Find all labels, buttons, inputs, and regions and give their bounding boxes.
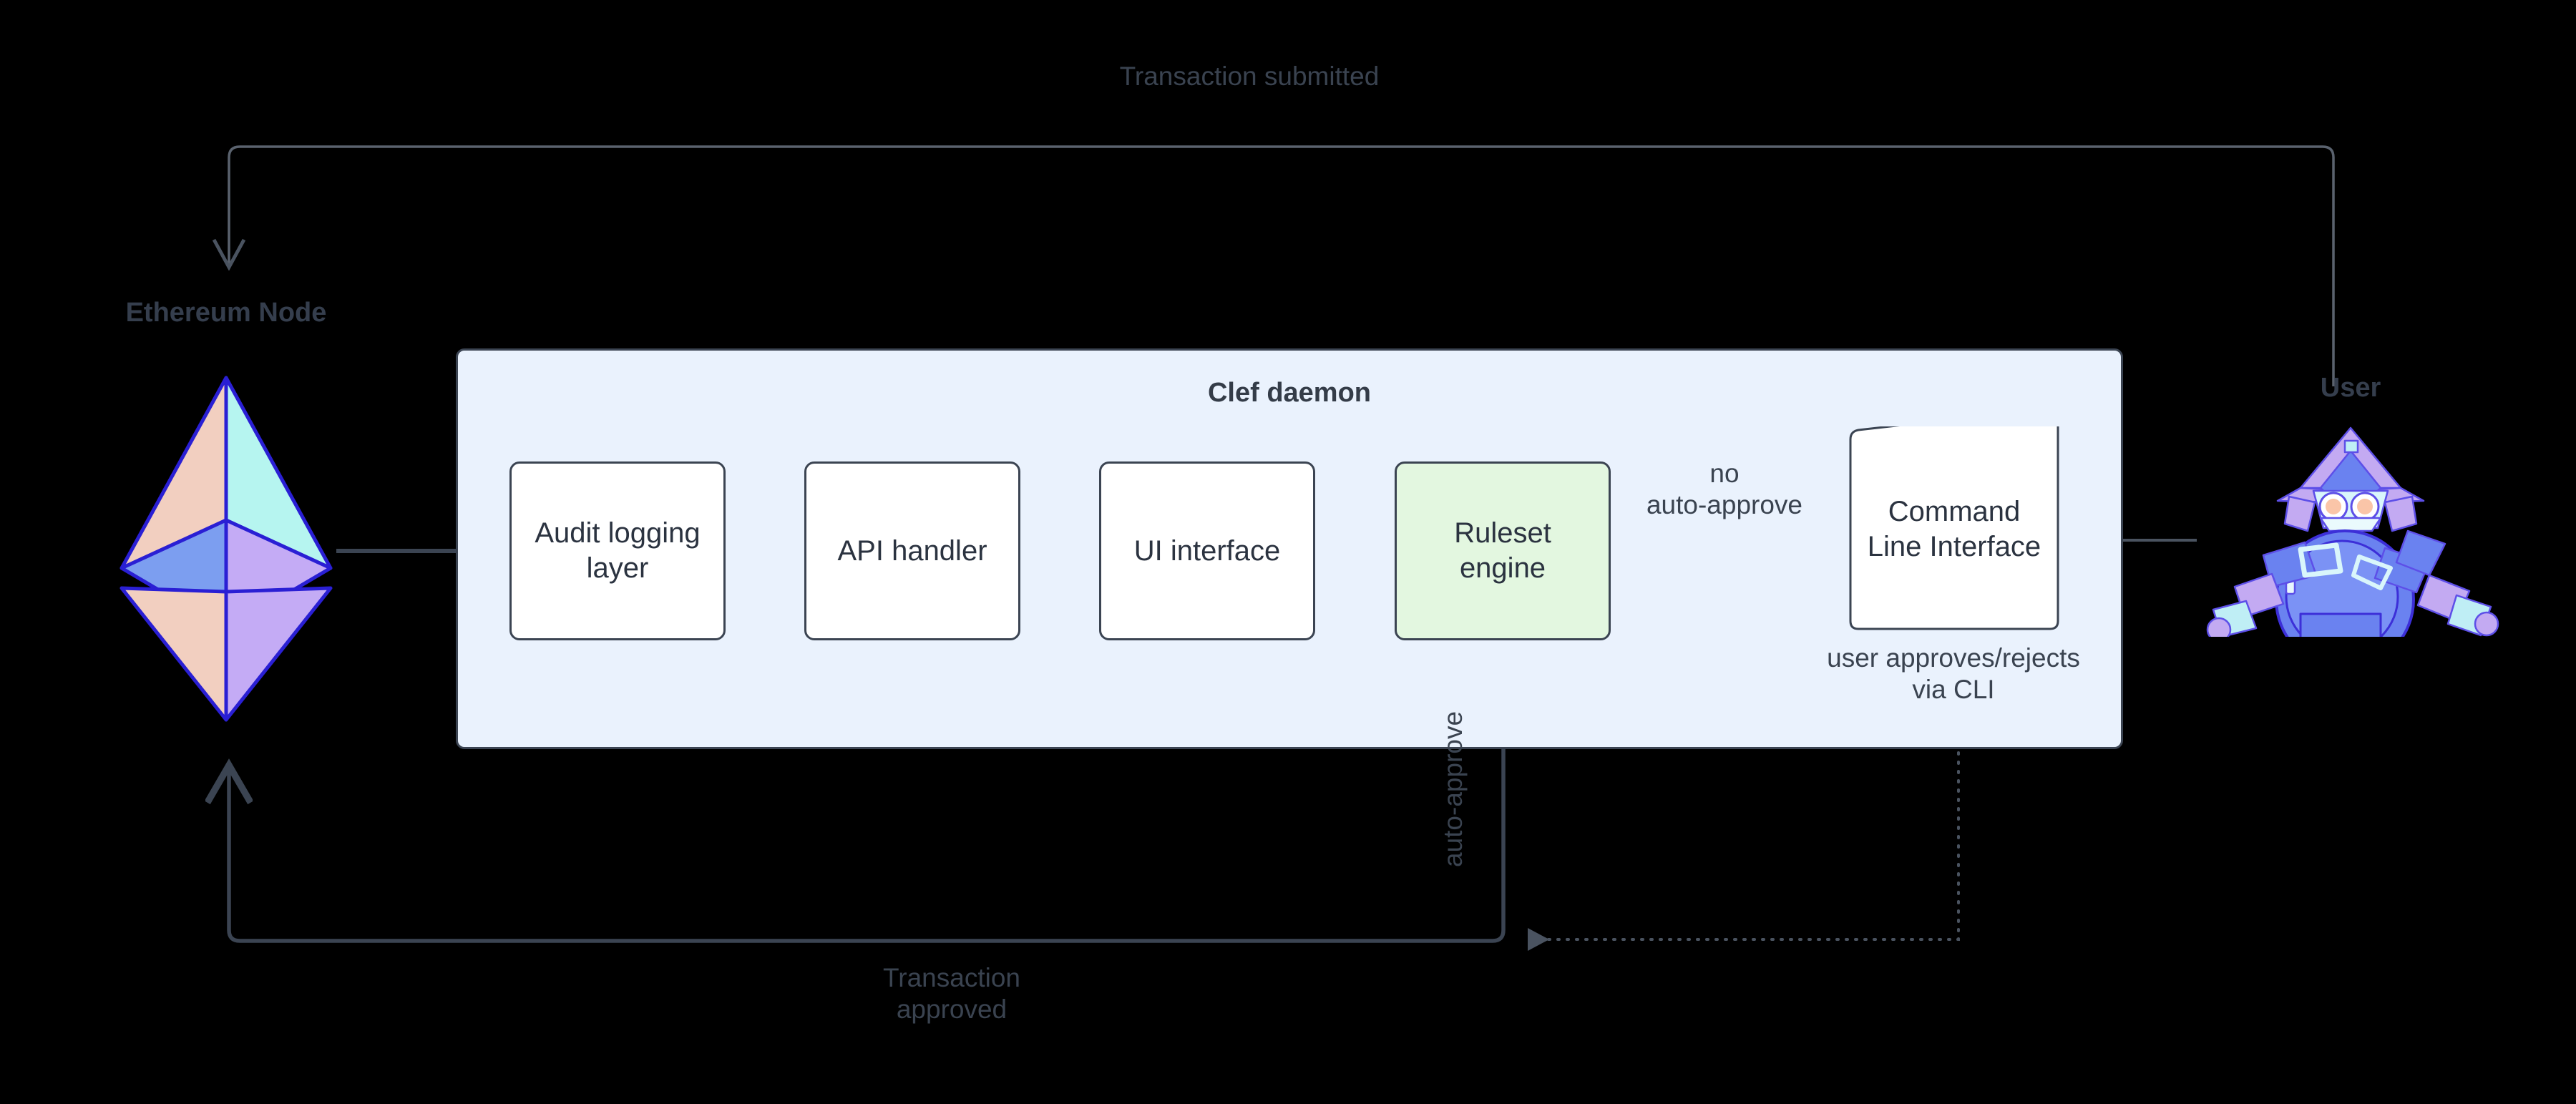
edge-label-user-approves-via-cli: user approves/rejects via CLI (1827, 643, 2080, 704)
user-label: User (2320, 373, 2381, 403)
edge-label-transaction-submitted: Transaction submitted (1119, 62, 1380, 91)
node-ruleset-engine[interactable]: Ruleset engine (1395, 461, 1611, 640)
cli-label: Command Line Interface (1867, 496, 2041, 562)
clef-daemon-title: Clef daemon (1207, 378, 1372, 408)
ethereum-node-label: Ethereum Node (125, 298, 327, 328)
edge-label-transaction-approved: Transaction approved (883, 963, 1020, 1024)
node-ui-interface[interactable]: UI interface (1099, 461, 1315, 640)
diagram-canvas: Ethereum Node User Clef daemon Audit log… (0, 0, 2576, 1104)
robot-user-icon (2206, 426, 2499, 637)
node-api-handler[interactable]: API handler (804, 461, 1020, 640)
edge-transaction-approved (229, 749, 1506, 943)
node-audit-logging-layer[interactable]: Audit logging layer (509, 461, 726, 640)
edge-label-no-auto-approve: no auto-approve (1646, 459, 1803, 519)
node-command-line-interface[interactable]: Command Line Interface (1847, 426, 2062, 632)
edge-label-auto-approve: auto-approve (1438, 710, 1468, 867)
ethereum-logo-icon (119, 376, 333, 722)
